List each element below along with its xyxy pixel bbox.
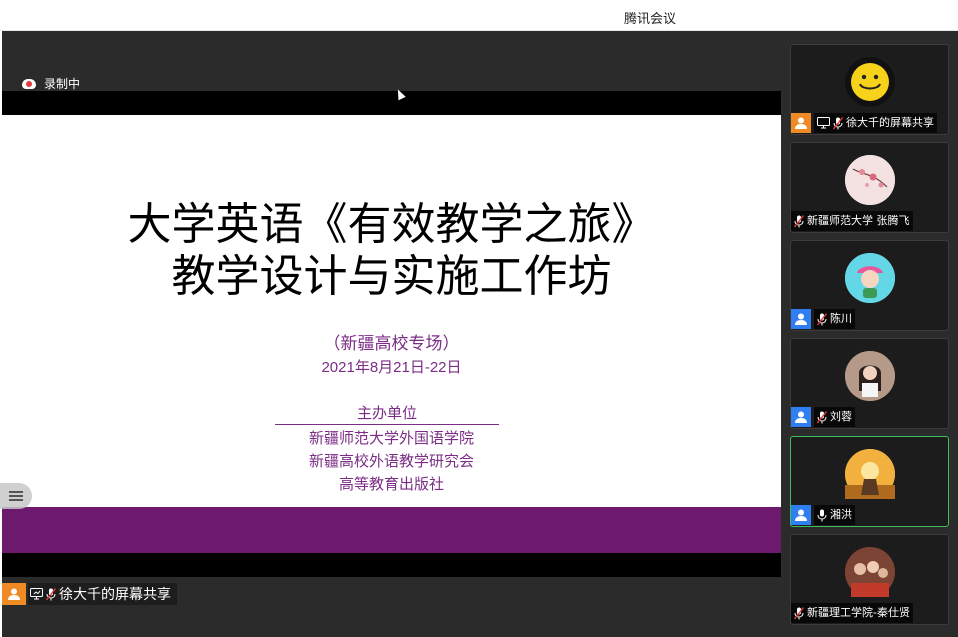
- participant-bar: 新疆师范大学 张腾飞: [791, 210, 913, 232]
- participant-tile[interactable]: 陈川: [790, 240, 949, 331]
- slide-footer-band: [2, 507, 781, 553]
- participant-tile[interactable]: 徐大千的屏幕共享: [790, 44, 949, 135]
- participant-tile-active[interactable]: 湘洪: [790, 436, 949, 527]
- recording-label: 录制中: [44, 77, 81, 91]
- participant-name: 新疆师范大学 张腾飞: [807, 214, 910, 227]
- screen-share-icon: [817, 117, 830, 129]
- photo-avatar: [845, 351, 895, 401]
- participant-name-tag: 新疆师范大学 张腾飞: [791, 211, 913, 231]
- mic-muted-icon: [817, 312, 827, 326]
- sharer-name: 徐大千的屏幕共享: [59, 587, 171, 603]
- letterbox-top: [2, 91, 781, 115]
- group-photo-avatar: [845, 547, 895, 597]
- mic-icon: [817, 509, 827, 522]
- user-icon: [791, 113, 811, 133]
- organizer-item: 新疆师范大学外国语学院: [308, 429, 474, 447]
- sunset-avatar: [845, 449, 895, 499]
- recording-indicator: 录制中: [22, 75, 80, 92]
- screen-share-icon: [30, 588, 43, 600]
- mic-muted-icon: [833, 116, 843, 130]
- participant-tile[interactable]: 新疆师范大学 张腾飞: [790, 142, 949, 233]
- participant-name-tag: 徐大千的屏幕共享: [814, 113, 937, 133]
- list-menu-button[interactable]: [0, 483, 32, 509]
- window-title: 腾讯会议: [623, 12, 676, 27]
- mic-muted-icon: [46, 587, 56, 601]
- participant-name-tag: 湘洪: [814, 505, 855, 525]
- slide-title-line1: 大学英语《有效教学之旅》: [127, 199, 656, 250]
- letterbox-bottom: [2, 553, 781, 577]
- slide-title-line2: 教学设计与实施工作坊: [171, 251, 612, 302]
- participant-panel: 徐大千的屏幕共享 新疆师范大学 张腾飞 陈川 刘蓉 湘洪 新疆理工学院-秦仕贤: [781, 31, 958, 637]
- mic-muted-icon: [794, 214, 804, 228]
- sharer-label-tag: 徐大千的屏幕共享: [28, 583, 177, 605]
- organizer-heading: 主办单位: [275, 402, 499, 425]
- list-icon: [9, 491, 23, 501]
- blossom-avatar: [845, 155, 895, 205]
- participant-bar: 刘蓉: [791, 406, 855, 428]
- participant-bar: 新疆理工学院-秦仕贤: [791, 602, 913, 624]
- participant-name: 徐大千的屏幕共享: [846, 116, 934, 129]
- participant-name-tag: 新疆理工学院-秦仕贤: [791, 603, 913, 623]
- participant-tile[interactable]: 刘蓉: [790, 338, 949, 429]
- organizer-item: 新疆高校外语教学研究会: [308, 452, 474, 470]
- user-icon: [791, 505, 811, 525]
- window-titlebar: 腾讯会议: [0, 0, 958, 31]
- slide-subtitle: （新疆高校专场）: [323, 334, 460, 353]
- participant-name: 陈川: [830, 312, 852, 325]
- illustration-avatar: [845, 253, 895, 303]
- slide-date: 2021年8月21日-22日: [321, 359, 462, 376]
- participant-name: 刘蓉: [830, 410, 852, 423]
- participant-name-tag: 陈川: [814, 309, 855, 329]
- user-icon: [791, 407, 811, 427]
- participant-bar: 徐大千的屏幕共享: [791, 112, 937, 134]
- participant-bar: 湘洪: [791, 504, 855, 526]
- organizer-item: 高等教育出版社: [338, 475, 444, 493]
- participant-bar: 陈川: [791, 308, 855, 330]
- mic-muted-icon: [794, 606, 804, 620]
- cloud-record-icon: [22, 78, 36, 89]
- participant-tile[interactable]: 新疆理工学院-秦仕贤: [790, 534, 949, 625]
- participant-name: 湘洪: [830, 508, 852, 521]
- participant-name: 新疆理工学院-秦仕贤: [807, 606, 910, 619]
- presentation-slide: 大学英语《有效教学之旅》 教学设计与实施工作坊 （新疆高校专场） 2021年8月…: [2, 115, 781, 507]
- shared-screen-area: 录制中 大学英语《有效教学之旅》 教学设计与实施工作坊 （新疆高校专场） 202…: [0, 31, 781, 637]
- mic-muted-icon: [817, 410, 827, 424]
- user-icon: [791, 309, 811, 329]
- smiley-avatar: [845, 57, 895, 107]
- sharer-user-icon: [2, 583, 26, 605]
- participant-name-tag: 刘蓉: [814, 407, 855, 427]
